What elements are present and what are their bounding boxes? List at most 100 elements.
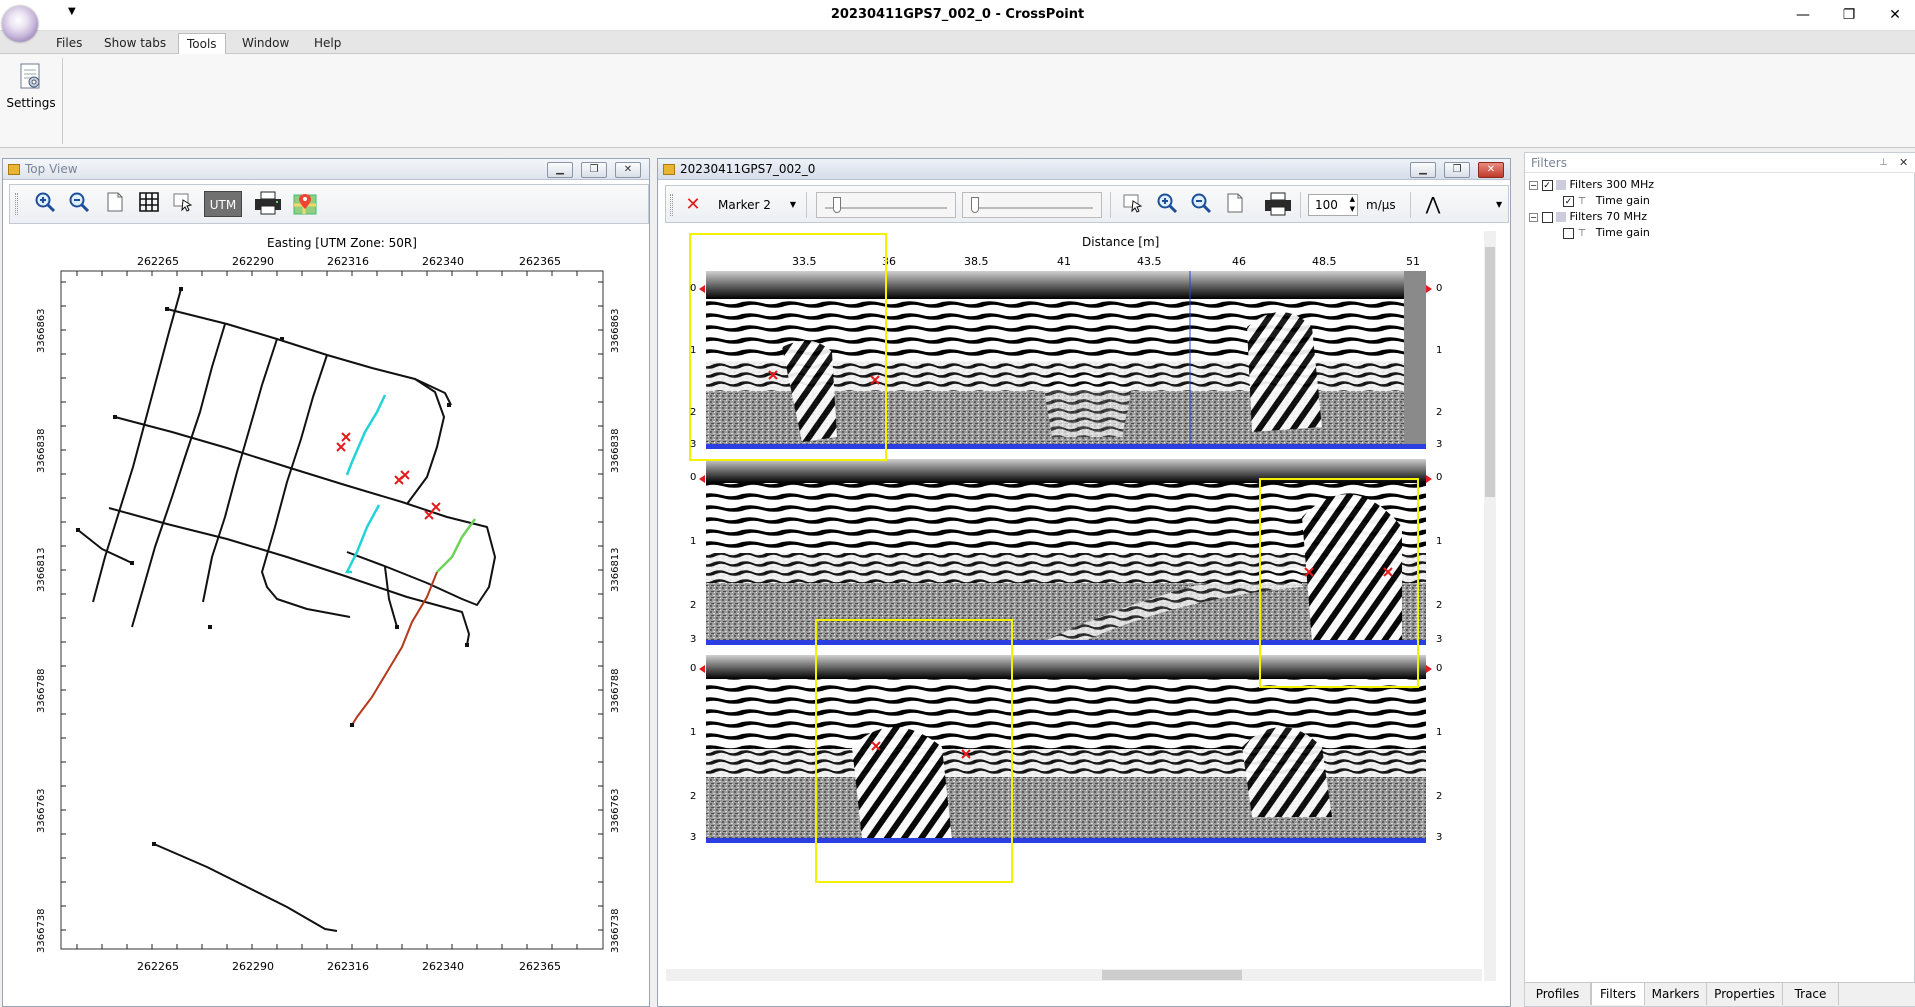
panel-window-icon bbox=[8, 164, 20, 175]
restore-button[interactable]: ❐ bbox=[1832, 3, 1866, 27]
tab-filters[interactable]: Filters bbox=[1591, 983, 1645, 1005]
profile-panel: 20230411GPS7_002_0 ▁ ❐ ✕ ✕ Marker 2 ▼ 10… bbox=[657, 158, 1511, 1007]
map-pin-icon[interactable] bbox=[292, 191, 318, 217]
close-icon[interactable]: ✕ bbox=[1899, 153, 1908, 173]
zoom-out-icon[interactable] bbox=[1188, 192, 1214, 218]
top-view-map-area[interactable]: Easting [UTM Zone: 50R] 262265 262290 26… bbox=[7, 227, 645, 1005]
menu-files[interactable]: Files bbox=[48, 33, 90, 54]
filters-titlebar: Filters ⊥ ✕ bbox=[1525, 153, 1915, 173]
gain-slider-2[interactable] bbox=[962, 192, 1102, 218]
tree-node-time-gain[interactable]: ⊤ Time gain bbox=[1563, 225, 1650, 241]
depth-tick-label: 2 bbox=[690, 791, 697, 802]
filters-tree: − ✓ Filters 300 MHz ✓ ⊤ Time gain − Filt… bbox=[1529, 177, 1909, 247]
tree-node-label: Time gain bbox=[1595, 226, 1650, 239]
radargram-strip-3 bbox=[706, 655, 1426, 843]
zoom-in-icon[interactable] bbox=[1154, 192, 1180, 218]
gain-slider-1[interactable] bbox=[816, 192, 956, 218]
depth-tick-label: 2 bbox=[690, 407, 697, 418]
pin-icon[interactable]: ⊥ bbox=[1879, 153, 1888, 173]
close-button[interactable]: ✕ bbox=[1878, 3, 1912, 27]
slider-thumb[interactable] bbox=[971, 197, 979, 213]
menu-window[interactable]: Window bbox=[234, 33, 297, 54]
select-cursor-icon[interactable] bbox=[170, 191, 196, 217]
slider-track bbox=[825, 207, 947, 209]
checkbox-checked[interactable]: ✓ bbox=[1541, 179, 1553, 191]
app-logo-icon[interactable] bbox=[2, 6, 38, 42]
checkbox-unchecked[interactable] bbox=[1541, 211, 1553, 223]
toolbar-overflow-icon[interactable]: ▼ bbox=[1496, 200, 1502, 209]
depth-tick-label: 1 bbox=[1436, 345, 1443, 356]
spinner-icon[interactable]: ▲ ▼ bbox=[1350, 194, 1355, 214]
collapse-icon[interactable]: − bbox=[1529, 180, 1538, 190]
settings-button[interactable]: Settings bbox=[4, 60, 58, 136]
print-icon[interactable] bbox=[252, 191, 284, 217]
toolbar-grip[interactable] bbox=[670, 194, 673, 216]
tab-properties[interactable]: Properties bbox=[1707, 983, 1783, 1005]
menu-help[interactable]: Help bbox=[306, 33, 349, 54]
minimize-button[interactable]: — bbox=[1786, 3, 1820, 27]
depth-tick-label: 0 bbox=[690, 663, 697, 674]
profile-toolbar: ✕ Marker 2 ▼ 100 ▲ ▼ m/μs ⋀ ▼ bbox=[665, 185, 1509, 223]
utm-toggle-button[interactable]: UTM bbox=[204, 191, 242, 217]
depth-tick-label: 1 bbox=[1436, 536, 1443, 547]
menu-show-tabs[interactable]: Show tabs bbox=[96, 33, 174, 54]
chevron-down-icon[interactable]: ▼ bbox=[790, 192, 796, 218]
select-cursor-icon[interactable] bbox=[1120, 192, 1146, 218]
filter-group-icon bbox=[1556, 212, 1566, 222]
depth-tick-label: 3 bbox=[690, 634, 697, 645]
filter-icon: ⊤ bbox=[1577, 196, 1587, 207]
velocity-input[interactable]: 100 ▲ ▼ bbox=[1308, 194, 1358, 216]
marker-select[interactable]: Marker 2 ▼ bbox=[712, 192, 800, 218]
depth-tick-label: 0 bbox=[1436, 663, 1443, 674]
panel-close-button[interactable]: ✕ bbox=[615, 162, 641, 178]
radargram-area[interactable]: Distance [m] 33.5 36 38.5 41 43.5 46 48.… bbox=[662, 227, 1498, 987]
panel-minimize-button[interactable]: ▁ bbox=[547, 162, 573, 178]
settings-icon bbox=[18, 62, 44, 92]
panel-restore-button[interactable]: ❐ bbox=[1444, 162, 1470, 178]
filters-panel: Filters ⊥ ✕ − ✓ Filters 300 MHz ✓ ⊤ Time… bbox=[1524, 152, 1915, 1007]
tree-node-time-gain[interactable]: ✓ ⊤ Time gain bbox=[1563, 193, 1650, 209]
profile-title: 20230411GPS7_002_0 bbox=[680, 162, 816, 176]
tree-node-label: Filters 70 MHz bbox=[1569, 210, 1648, 223]
top-view-title: Top View bbox=[25, 162, 78, 176]
title-bar: ▼ 20230411GPS7_002_0 - CrossPoint — ❐ ✕ bbox=[0, 0, 1915, 31]
radargram-strip-1 bbox=[696, 271, 1426, 449]
zoom-out-icon[interactable] bbox=[66, 191, 92, 217]
slider-thumb[interactable] bbox=[833, 197, 841, 213]
tree-node-label: Filters 300 MHz bbox=[1569, 178, 1655, 191]
panel-close-button[interactable]: ✕ bbox=[1478, 162, 1504, 178]
settings-label: Settings bbox=[6, 96, 56, 110]
grid-icon[interactable] bbox=[136, 191, 162, 217]
remove-marker-icon[interactable]: ✕ bbox=[680, 192, 706, 218]
menu-tools[interactable]: Tools bbox=[178, 33, 226, 54]
depth-tick-label: 2 bbox=[1436, 791, 1443, 802]
depth-tick-label: 2 bbox=[690, 600, 697, 611]
profile-titlebar: 20230411GPS7_002_0 ▁ ❐ ✕ bbox=[658, 159, 1510, 180]
tab-profiles[interactable]: Profiles bbox=[1525, 983, 1591, 1005]
panel-restore-button[interactable]: ❐ bbox=[581, 162, 607, 178]
checkbox-checked[interactable]: ✓ bbox=[1563, 195, 1574, 207]
hyperbola-icon[interactable]: ⋀ bbox=[1420, 192, 1446, 218]
collapse-icon[interactable]: − bbox=[1529, 212, 1538, 222]
zoom-in-icon[interactable] bbox=[32, 191, 58, 217]
toolbar-grip[interactable] bbox=[15, 193, 18, 215]
depth-tick-label: 0 bbox=[690, 283, 697, 294]
velocity-value: 100 bbox=[1315, 198, 1338, 212]
depth-tick-label: 0 bbox=[690, 472, 697, 483]
depth-tick-label: 3 bbox=[1436, 634, 1443, 645]
depth-tick-label: 2 bbox=[1436, 600, 1443, 611]
depth-tick-label: 1 bbox=[1436, 727, 1443, 738]
tab-trace[interactable]: Trace bbox=[1783, 983, 1839, 1005]
toolbar-separator bbox=[806, 192, 807, 218]
checkbox-unchecked[interactable] bbox=[1563, 227, 1574, 239]
tab-markers[interactable]: Markers bbox=[1645, 983, 1707, 1005]
tree-node-300mhz[interactable]: − ✓ Filters 300 MHz bbox=[1529, 177, 1654, 193]
page-icon[interactable] bbox=[102, 191, 128, 217]
toolbar-separator bbox=[1300, 192, 1301, 218]
print-icon[interactable] bbox=[1262, 192, 1294, 218]
panel-minimize-button[interactable]: ▁ bbox=[1410, 162, 1436, 178]
panel-tabs: Profiles Filters Markers Properties Trac… bbox=[1525, 982, 1915, 1006]
panel-window-icon bbox=[663, 164, 675, 175]
page-icon[interactable] bbox=[1222, 192, 1248, 218]
tree-node-70mhz[interactable]: − Filters 70 MHz bbox=[1529, 209, 1647, 225]
